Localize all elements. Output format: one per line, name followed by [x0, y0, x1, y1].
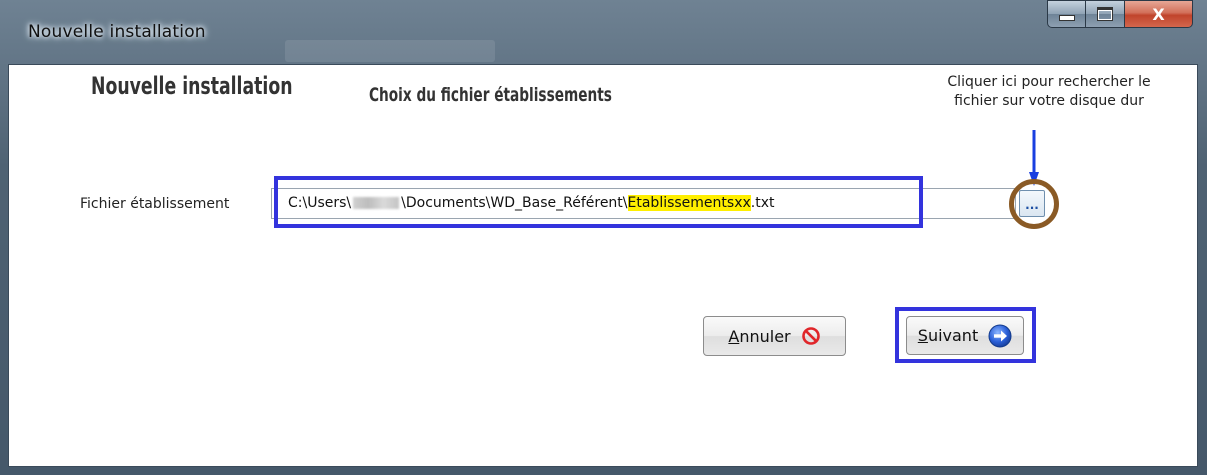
next-highlight-box — [895, 307, 1036, 363]
down-arrow-icon — [1029, 130, 1039, 186]
cancel-button-label: Annuler — [728, 327, 790, 346]
minimize-button[interactable] — [1047, 0, 1086, 28]
hint-line-1: Cliquer ici pour rechercher le — [947, 74, 1151, 90]
close-button[interactable]: X — [1125, 0, 1193, 28]
maximize-icon — [1097, 7, 1113, 21]
cancel-button[interactable]: Annuler — [703, 316, 846, 356]
path-highlight-box — [274, 176, 923, 228]
hint-line-2: fichier sur votre disque dur — [954, 93, 1144, 109]
maximize-button[interactable] — [1086, 0, 1125, 28]
minimize-icon — [1058, 15, 1075, 21]
browse-highlight-circle — [1009, 179, 1059, 229]
browse-hint: Cliquer ici pour rechercher le fichier s… — [910, 73, 1188, 111]
page-subtitle: Choix du fichier établissements — [369, 84, 612, 106]
background-window-title — [285, 40, 495, 62]
page-title: Nouvelle installation — [91, 72, 293, 100]
title-bar[interactable]: Nouvelle installation X — [0, 0, 1207, 64]
close-icon: X — [1152, 4, 1165, 24]
file-field-label: Fichier établissement — [80, 196, 230, 212]
no-entry-icon — [801, 326, 821, 346]
cancel-label-rest: nnuler — [739, 326, 791, 346]
dialog-content — [8, 64, 1198, 467]
cancel-mnemonic: A — [728, 326, 740, 346]
window-title: Nouvelle installation — [28, 22, 206, 42]
window-controls: X — [1047, 0, 1193, 30]
